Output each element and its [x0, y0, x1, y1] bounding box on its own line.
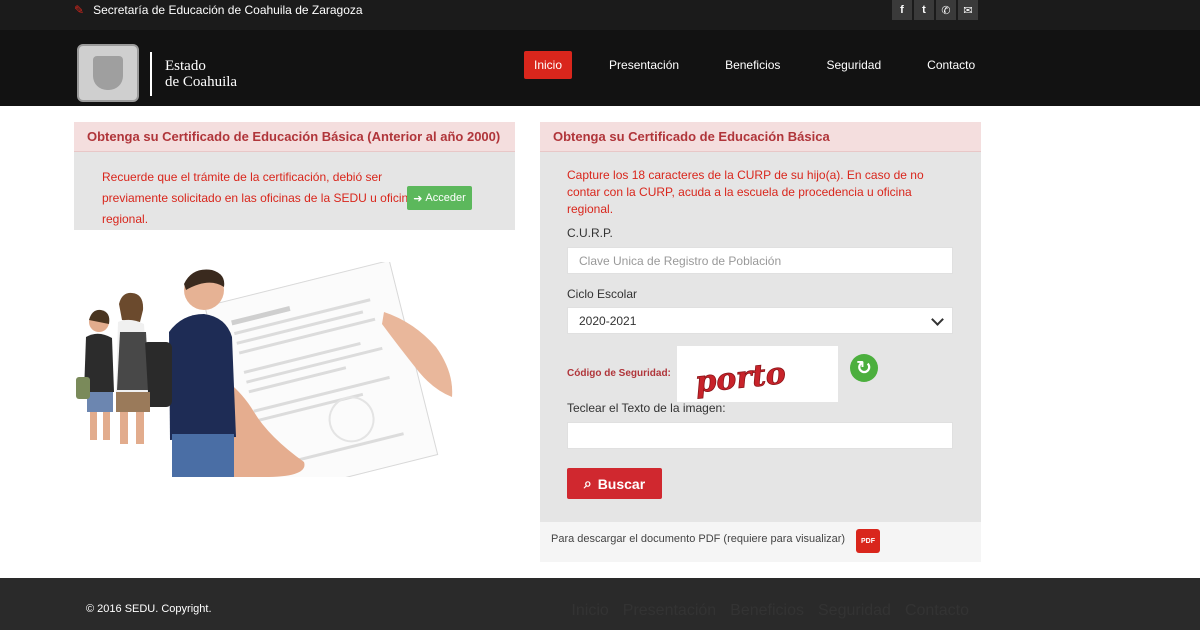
students-certificate-illustration	[76, 262, 453, 477]
mail-icon[interactable]: ✉	[958, 0, 978, 20]
buscar-button[interactable]: ⌕ Buscar	[567, 468, 662, 499]
search-icon: ⌕	[583, 475, 592, 491]
codigo-label: Código de Seguridad:	[567, 368, 671, 379]
copyright-text: © 2016 SEDU. Copyright.	[86, 603, 212, 615]
pdf-icon[interactable]: PDF	[856, 529, 880, 553]
certificate-search-panel: Obtenga su Certificado de Educación Bási…	[540, 122, 981, 522]
legacy-panel-title: Obtenga su Certificado de Educación Bási…	[74, 122, 515, 152]
site-logo[interactable]: Estado de Coahuila	[165, 58, 237, 90]
curp-label: C.U.R.P.	[567, 226, 613, 240]
top-bar: ✎ Secretaría de Educación de Coahuila de…	[0, 0, 1200, 30]
site-footer: © 2016 SEDU. Copyright. Inicio Presentac…	[0, 578, 1200, 630]
ciclo-label: Ciclo Escolar	[567, 287, 638, 301]
legacy-certificate-panel: Obtenga su Certificado de Educación Bási…	[74, 122, 515, 230]
legacy-panel-message: Recuerde que el trámite de la certificac…	[102, 170, 415, 226]
social-links: f t ✆ ✉	[892, 0, 978, 20]
org-name[interactable]: ✎ Secretaría de Educación de Coahuila de…	[74, 3, 363, 17]
phone-icon[interactable]: ✆	[936, 0, 956, 20]
footer-nav-beneficios[interactable]: Beneficios	[730, 602, 804, 620]
refresh-captcha-icon[interactable]: ↻	[850, 354, 878, 382]
pdf-download-text: Para descargar el documento PDF (requier…	[551, 533, 846, 545]
acceder-label: Acceder	[425, 192, 466, 204]
search-panel-message: Capture los 18 caracteres de la CURP de …	[567, 168, 924, 216]
teclear-label: Teclear el Texto de la imagen:	[567, 401, 726, 415]
footer-nav: Inicio Presentación Beneficios Seguridad…	[571, 602, 969, 620]
chevron-down-icon	[931, 313, 944, 326]
ciclo-selected-value: 2020-2021	[579, 313, 637, 328]
nav-contacto[interactable]: Contacto	[904, 51, 998, 79]
footer-nav-contacto[interactable]: Contacto	[905, 602, 969, 620]
pencil-icon: ✎	[74, 3, 85, 17]
nav-presentacion[interactable]: Presentación	[586, 51, 702, 79]
captcha-image: porto	[677, 346, 838, 402]
footer-nav-presentacion[interactable]: Presentación	[623, 602, 716, 620]
ciclo-select[interactable]: 2020-2021	[567, 307, 953, 334]
twitter-icon[interactable]: t	[914, 0, 934, 20]
nav-inicio[interactable]: Inicio	[524, 51, 573, 79]
logo-line-2: de Coahuila	[165, 74, 238, 90]
site-header: Estado de Coahuila Inicio Presentación B…	[0, 30, 1200, 106]
curp-input[interactable]: Clave Unica de Registro de Población	[567, 247, 953, 274]
logo-line-1: Estado	[165, 58, 206, 74]
arrow-right-icon: ➜	[413, 192, 423, 205]
buscar-label: Buscar	[597, 475, 646, 492]
main-nav: Inicio Presentación Beneficios Seguridad…	[524, 51, 998, 79]
captcha-input[interactable]	[567, 422, 953, 449]
footer-nav-seguridad[interactable]: Seguridad	[818, 602, 891, 620]
facebook-icon[interactable]: f	[892, 0, 912, 20]
logo-divider	[150, 52, 152, 96]
pdf-download-row: Para descargar el documento PDF (requier…	[540, 522, 981, 562]
org-name-text: Secretaría de Educación de Coahuila de Z…	[93, 3, 363, 17]
coat-of-arms-icon[interactable]	[77, 44, 139, 102]
nav-seguridad[interactable]: Seguridad	[803, 51, 904, 79]
footer-nav-inicio[interactable]: Inicio	[571, 602, 608, 620]
acceder-button[interactable]: ➜ Acceder	[407, 186, 472, 210]
nav-beneficios[interactable]: Beneficios	[702, 51, 803, 79]
search-panel-title: Obtenga su Certificado de Educación Bási…	[540, 122, 981, 152]
